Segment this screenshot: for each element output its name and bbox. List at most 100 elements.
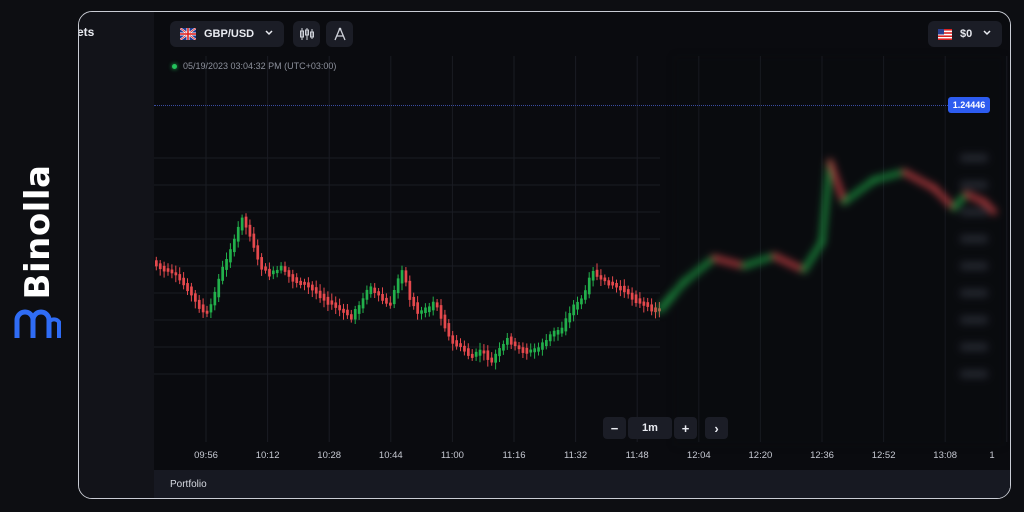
candle-body xyxy=(178,274,182,281)
candle-body xyxy=(190,286,193,296)
candle-body xyxy=(626,289,630,295)
candle-body xyxy=(412,296,416,307)
chart-type-button[interactable] xyxy=(293,21,320,47)
time-tick-label: 11:48 xyxy=(625,450,649,461)
candle-body xyxy=(463,345,466,352)
time-tick-label: 09:56 xyxy=(194,450,218,461)
candle-body xyxy=(248,224,252,237)
candle-body xyxy=(326,296,330,305)
chevron-down-icon xyxy=(983,30,991,36)
candle-body xyxy=(587,277,591,295)
candle-body xyxy=(201,304,205,313)
candle-body xyxy=(240,217,244,231)
app-window: ets GBP/USD $0 05/19/2023 03:04:32 PM (U… xyxy=(78,11,1011,499)
candle-body xyxy=(322,293,326,301)
candle-body xyxy=(400,270,404,284)
sidebar: ets xyxy=(79,12,154,498)
candle-body xyxy=(568,313,572,323)
interval-selector[interactable]: 1m xyxy=(628,417,672,439)
time-tick-label: 12:36 xyxy=(810,450,834,461)
candle-body xyxy=(591,270,595,281)
candle-body xyxy=(361,298,365,309)
candle-body xyxy=(318,290,322,299)
candle-body xyxy=(392,289,396,305)
candle-body xyxy=(256,245,260,260)
candle-body xyxy=(162,265,166,272)
price-chart[interactable] xyxy=(154,12,1010,472)
candle-body xyxy=(365,289,369,300)
candle-body xyxy=(303,281,306,285)
candle-body xyxy=(213,291,217,306)
binolla-logo-icon xyxy=(14,309,61,338)
candle-body xyxy=(525,347,529,354)
time-tick-label: 10:28 xyxy=(317,450,342,461)
portfolio-bar[interactable]: Portfolio xyxy=(154,470,1010,498)
balance-button[interactable]: $0 xyxy=(928,21,1002,47)
candle-body xyxy=(283,266,287,272)
drawing-tools-button[interactable] xyxy=(326,21,353,47)
compass-icon xyxy=(333,27,346,41)
candle-body xyxy=(435,302,439,308)
candle-body xyxy=(509,336,513,345)
candle-body xyxy=(560,327,564,334)
brand-panel: Binolla xyxy=(0,0,78,512)
candle-body xyxy=(229,249,232,263)
candle-body xyxy=(205,310,209,314)
candle-body xyxy=(186,283,189,292)
time-tick-label: 11:00 xyxy=(440,450,464,461)
candle-body xyxy=(166,268,170,272)
candle-body xyxy=(650,304,653,312)
candle-body xyxy=(287,270,291,277)
candle-body xyxy=(244,216,248,228)
candle-body xyxy=(630,292,634,300)
candle-body xyxy=(548,334,552,342)
candle-body xyxy=(373,287,377,293)
candle-body xyxy=(209,304,213,313)
scroll-right-button[interactable]: › xyxy=(705,417,728,439)
sidebar-label[interactable]: ets xyxy=(79,25,94,39)
chart-timestamp: 05/19/2023 03:04:32 PM (UTC+03:00) xyxy=(172,61,336,71)
candle-body xyxy=(607,280,611,286)
candle-body xyxy=(642,301,646,306)
time-tick-label: 12:04 xyxy=(686,450,711,461)
time-axis: 09:56 10:12 10:28 10:44 11:00 11:16 11:32 11:48… xyxy=(154,450,1010,466)
candle-body xyxy=(158,263,162,270)
candle-body xyxy=(404,270,408,283)
brand-name: Binolla xyxy=(18,164,58,300)
time-tick-label: 10:44 xyxy=(378,450,403,461)
candle-body xyxy=(338,305,341,311)
zoom-in-button[interactable]: + xyxy=(674,417,697,439)
candle-body xyxy=(279,265,283,271)
timestamp-text: 05/19/2023 03:04:32 PM (UTC+03:00) xyxy=(183,61,337,71)
candle-body xyxy=(225,258,228,270)
time-tick-label: 11:32 xyxy=(564,450,588,461)
candle-body xyxy=(482,350,486,354)
candle-body xyxy=(155,260,158,267)
candle-body xyxy=(564,318,568,332)
zoom-out-button[interactable]: − xyxy=(603,417,626,439)
candle-body xyxy=(486,350,490,360)
candle-body xyxy=(334,302,338,308)
candle-body xyxy=(217,278,221,298)
candle-body xyxy=(252,233,256,248)
candle-body xyxy=(572,304,575,316)
candle-body xyxy=(556,330,560,335)
uk-flag-icon xyxy=(180,28,196,40)
candle-body xyxy=(494,353,497,363)
candle-body xyxy=(170,269,174,274)
candle-body xyxy=(389,302,392,306)
candle-body xyxy=(467,348,470,356)
candle-body xyxy=(431,301,435,311)
candle-body xyxy=(353,309,357,320)
us-flag-icon xyxy=(938,28,952,40)
candle-body xyxy=(197,299,201,309)
candle-body xyxy=(623,285,626,293)
candle-body xyxy=(529,349,533,353)
candle-body xyxy=(342,308,345,313)
candle-body xyxy=(541,342,544,350)
candle-body xyxy=(299,280,302,286)
asset-selector-button[interactable]: GBP/USD xyxy=(170,21,284,47)
candle-body xyxy=(174,272,178,276)
candle-body xyxy=(521,347,525,353)
candle-body xyxy=(377,291,380,296)
